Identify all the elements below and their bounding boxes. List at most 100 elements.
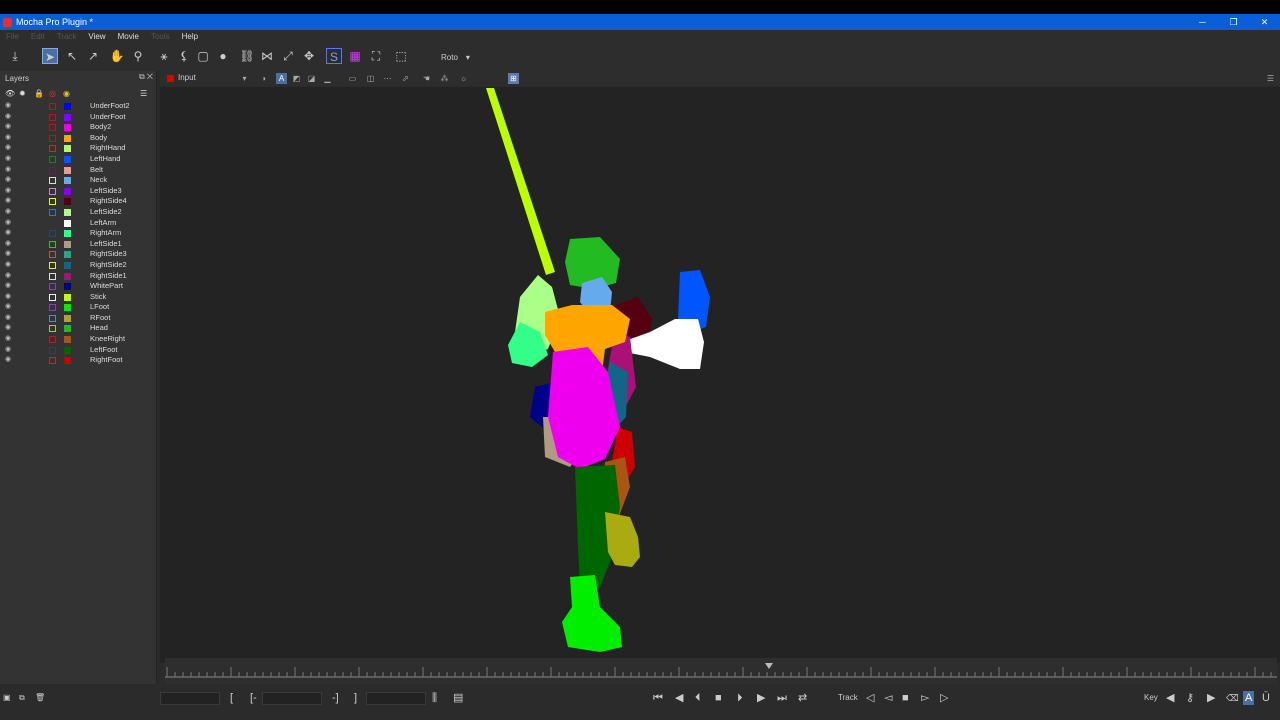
chevron-down-icon[interactable]: ▾ [239,73,250,84]
layer-row[interactable]: ◉ LeftSide1 [0,239,156,250]
loop-icon[interactable]: ⇄ [798,691,807,705]
pan-hand-icon[interactable]: ✋ [109,48,125,64]
layer-outline-swatch[interactable] [49,187,56,195]
layer-color-swatch[interactable] [64,219,71,227]
layer-outline-swatch[interactable] [49,283,56,291]
menu-file[interactable]: File [0,32,25,41]
ellipse-tool-icon[interactable]: ● [215,48,231,64]
layer-outline-swatch[interactable] [49,325,56,333]
visibility-toggle-icon[interactable]: ◉ [5,207,11,215]
cache-icon[interactable]: ▤ [453,691,463,705]
layer-color-swatch[interactable] [64,145,71,153]
menu-view[interactable]: View [82,32,111,41]
prev-key-icon[interactable]: ◀ [1166,691,1174,705]
viewer-options-icon[interactable]: ⊞ [508,73,519,84]
layer-color-swatch[interactable] [64,293,71,301]
viewer-canvas[interactable] [160,87,1280,663]
delete-key-icon[interactable]: ⌫ [1226,691,1239,705]
layer-outline-swatch[interactable] [49,261,56,269]
viewer-menu-icon[interactable]: ☰ [1265,73,1276,84]
step-back-icon[interactable]: ⏴ [695,691,701,705]
fill-color-icon[interactable]: ◉ [63,89,70,98]
layer-row[interactable]: ◉ RightSide2 [0,260,156,271]
layer-row[interactable]: ◉ KneeRight [0,334,156,345]
layer-row[interactable]: ◉ Body [0,133,156,144]
xspline-tool-icon[interactable]: ⚹ [156,48,172,64]
step-forward-icon[interactable]: ⏵ [737,691,743,705]
out-frame-field[interactable] [366,692,426,705]
visibility-toggle-icon[interactable]: ◉ [5,154,11,162]
layer-color-swatch[interactable] [64,134,71,142]
overlay-icon[interactable]: ◩ [291,73,302,84]
layer-color-swatch[interactable] [64,187,71,195]
layer-row[interactable]: ◉ Neck [0,175,156,186]
timeline-range-icon[interactable]: ⫼ [432,691,437,705]
go-to-end-icon[interactable]: ⏭ [777,691,787,705]
layer-outline-swatch[interactable] [49,336,56,344]
play-backwards-icon[interactable]: ◀ [675,691,683,705]
layer-outline-swatch[interactable] [49,208,56,216]
visibility-toggle-icon[interactable]: ◉ [5,143,11,151]
layer-color-swatch[interactable] [64,357,71,365]
layer-row[interactable]: ◉ LFoot [0,302,156,313]
visibility-toggle-icon[interactable]: ◉ [5,122,11,130]
visibility-toggle-icon[interactable]: ◉ [5,313,11,321]
visibility-toggle-icon[interactable]: ◉ [5,334,11,342]
stop-icon[interactable]: ■ [715,691,722,705]
set-in-button[interactable]: [- [250,691,257,705]
visibility-toggle-icon[interactable]: ◉ [5,228,11,236]
play-forwards-icon[interactable]: ▶ [757,691,765,705]
layer-row[interactable]: ◉ UnderFoot2 [0,101,156,112]
track-forwards-icon[interactable]: ▷ [940,691,948,705]
layer-color-swatch[interactable] [64,325,71,333]
join-tool-icon[interactable]: ⋈ [259,48,275,64]
layer-color-swatch[interactable] [64,346,71,354]
layer-outline-swatch[interactable] [49,124,56,132]
layer-row[interactable]: ◉ LeftSide2 [0,207,156,218]
menu-track[interactable]: Track [51,32,83,41]
next-key-icon[interactable]: ▶ [1207,691,1215,705]
transform-tool-icon[interactable]: ⤢ [280,48,296,64]
layer-color-swatch[interactable] [64,208,71,216]
layer-color-swatch[interactable] [64,314,71,322]
save-icon[interactable]: ⤓ [7,48,23,64]
grid-icon[interactable]: ▦ [347,48,363,64]
visibility-toggle-icon[interactable]: ◉ [5,196,11,204]
cursor-view-icon[interactable]: ⬀ [400,73,411,84]
visibility-toggle-icon[interactable]: ◉ [5,186,11,194]
visibility-toggle-icon[interactable]: ◉ [5,249,11,257]
layer-color-swatch[interactable] [64,166,71,174]
layer-color-swatch[interactable] [64,261,71,269]
layer-outline-swatch[interactable] [49,272,56,280]
minimize-button[interactable]: ─ [1187,14,1218,30]
menu-help[interactable]: Help [176,32,204,41]
layer-outline-swatch[interactable] [49,145,56,153]
layer-outline-swatch[interactable] [49,251,56,259]
visibility-toggle-icon[interactable]: ◉ [5,355,11,363]
move-tool-icon[interactable]: ✥ [301,48,317,64]
layer-row[interactable]: ◉ Head [0,323,156,334]
menu-tools[interactable]: Tools [145,32,176,41]
layer-outline-swatch[interactable] [49,230,56,238]
link-tool-icon[interactable]: ⛓ [239,48,255,64]
layer-outline-swatch[interactable] [49,314,56,322]
go-to-start-icon[interactable]: ⏮ [653,691,663,705]
layer-color-swatch[interactable] [64,283,71,291]
layer-color-swatch[interactable] [64,103,71,110]
menu-movie[interactable]: Movie [112,32,145,41]
layer-color-swatch[interactable] [64,240,71,248]
visibility-toggle-icon[interactable]: ◉ [5,101,11,109]
panel-menu-icon[interactable]: ☰ [140,89,147,98]
trace-icon[interactable]: ⋯ [382,73,393,84]
visibility-toggle-icon[interactable]: ◉ [5,281,11,289]
layer-row[interactable]: ◉ Belt [0,165,156,176]
hand-view-icon[interactable]: ☚ [421,73,432,84]
layer-outline-swatch[interactable] [49,357,56,365]
layer-outline-swatch[interactable] [49,304,56,312]
module-dropdown[interactable]: Roto ▾ [441,50,470,64]
visibility-toggle-icon[interactable]: ◉ [5,302,11,310]
select-points-icon[interactable]: ↖ [64,48,80,64]
brightness-icon[interactable]: ☼ [458,73,469,84]
layer-row[interactable]: ◉ LeftArm [0,218,156,229]
tracks-icon[interactable]: ⁂ [439,73,450,84]
